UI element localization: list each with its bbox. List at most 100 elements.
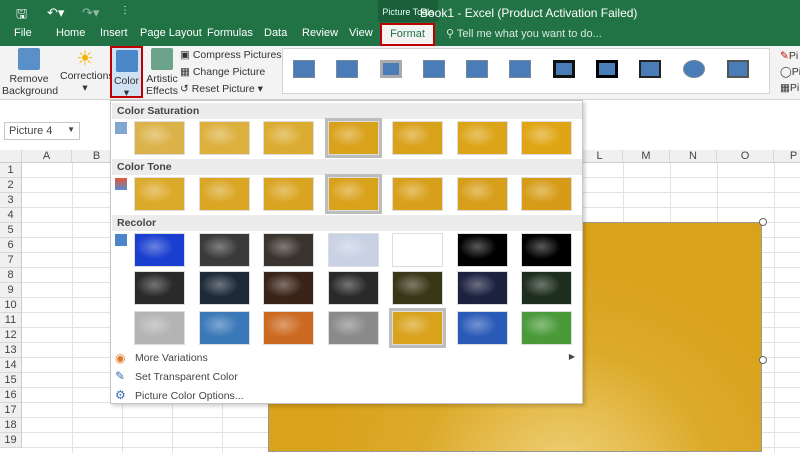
picture-style-thumb[interactable] [293,60,315,78]
reset-picture-button[interactable]: ↺ Reset Picture ▾ [180,83,263,95]
recolor-option[interactable] [392,271,443,305]
picture-style-thumb[interactable] [466,60,488,78]
saturation-option[interactable] [392,121,443,155]
change-picture-button[interactable]: ▦ Change Picture [180,66,265,78]
recolor-option[interactable] [134,271,185,305]
recolor-option[interactable] [521,311,572,345]
saturation-option[interactable] [263,121,314,155]
tab-file[interactable]: File [14,27,32,39]
row-header[interactable]: 2 [0,178,22,193]
recolor-option[interactable] [198,233,250,267]
tab-format[interactable]: Format [380,23,435,46]
row-header[interactable]: 16 [0,388,22,403]
tab-view[interactable]: View [349,27,373,39]
picture-style-thumb[interactable] [596,60,618,78]
column-header-n[interactable]: N [670,150,717,163]
row-header[interactable]: 9 [0,283,22,298]
row-header[interactable]: 1 [0,163,22,178]
row-header[interactable]: 8 [0,268,22,283]
saturation-option[interactable] [456,121,508,155]
tab-insert[interactable]: Insert [100,27,128,39]
column-header-p[interactable]: P [774,150,800,163]
recolor-option[interactable] [456,271,508,305]
tone-option[interactable] [263,177,314,211]
row-header[interactable]: 15 [0,373,22,388]
picture-style-thumb[interactable] [380,60,402,78]
row-header[interactable]: 10 [0,298,22,313]
picture-effects-button[interactable]: ◯Pi [780,66,800,78]
recolor-option[interactable] [134,233,185,267]
row-header[interactable]: 6 [0,238,22,253]
set-transparent-color-item[interactable]: Set Transparent Color [135,371,238,383]
tab-page-layout[interactable]: Page Layout [140,27,202,39]
column-header-m[interactable]: M [623,150,670,163]
tone-option[interactable] [392,177,443,211]
recolor-option[interactable] [327,271,379,305]
picture-style-thumb[interactable] [639,60,661,78]
artistic-effects-button[interactable]: Artistic Effects [143,46,181,98]
corrections-button[interactable]: ☀ Corrections ▾ [60,48,114,94]
saturation-option[interactable] [521,121,572,155]
recolor-option[interactable] [327,233,379,267]
more-variations-item[interactable]: More Variations ▶ [135,352,575,364]
row-header[interactable]: 3 [0,193,22,208]
recolor-option[interactable] [392,233,443,267]
picture-style-thumb[interactable] [727,60,749,78]
chevron-down-icon[interactable]: ▼ [67,125,75,134]
picture-style-thumb[interactable] [683,60,705,78]
select-all[interactable] [0,150,22,163]
row-header[interactable]: 4 [0,208,22,223]
recolor-option[interactable] [263,271,314,305]
recolor-option[interactable] [263,233,314,267]
row-header[interactable]: 5 [0,223,22,238]
picture-layout-button[interactable]: ▦Pi [780,82,799,94]
tab-home[interactable]: Home [56,27,85,39]
tab-formulas[interactable]: Formulas [207,27,253,39]
picture-style-thumb[interactable] [336,60,358,78]
picture-style-thumb[interactable] [553,60,575,78]
recolor-option[interactable] [134,311,185,345]
resize-handle[interactable] [759,356,767,364]
row-header[interactable]: 12 [0,328,22,343]
tab-review[interactable]: Review [302,27,338,39]
row-header[interactable]: 14 [0,358,22,373]
row-header[interactable]: 11 [0,313,22,328]
tone-option[interactable] [134,177,185,211]
compress-pictures-button[interactable]: ▣ Compress Pictures [180,49,282,61]
recolor-option[interactable] [389,308,446,348]
remove-background-button[interactable]: Remove Background [2,48,58,97]
resize-handle[interactable] [759,218,767,226]
recolor-option[interactable] [521,233,572,267]
recolor-option[interactable] [521,271,572,305]
picture-styles-gallery[interactable] [282,48,770,94]
column-header-o[interactable]: O [717,150,774,163]
recolor-option[interactable] [327,311,379,345]
tone-option[interactable] [198,177,250,211]
column-header-l[interactable]: L [577,150,623,163]
recolor-option[interactable] [263,311,314,345]
saturation-option[interactable] [134,121,185,155]
saturation-option[interactable] [198,121,250,155]
saturation-option[interactable] [324,118,382,158]
column-header-a[interactable]: A [22,150,72,163]
color-button[interactable]: Color ▾ [110,46,143,99]
tone-option[interactable] [456,177,508,211]
row-header[interactable]: 7 [0,253,22,268]
row-header[interactable]: 13 [0,343,22,358]
recolor-option[interactable] [198,311,250,345]
tell-me-search[interactable]: ⚲ Tell me what you want to do... [446,27,602,40]
picture-style-thumb[interactable] [423,60,445,78]
row-header[interactable]: 17 [0,403,22,418]
picture-style-thumb[interactable] [509,60,531,78]
picture-color-options-item[interactable]: Picture Color Options... [135,390,244,402]
recolor-option[interactable] [456,233,508,267]
recolor-option[interactable] [198,271,250,305]
picture-border-button[interactable]: ✎Pi [780,50,798,62]
recolor-option[interactable] [456,311,508,345]
tone-option[interactable] [521,177,572,211]
row-header[interactable]: 19 [0,433,22,448]
tab-data[interactable]: Data [264,27,287,39]
name-box[interactable]: Picture 4 ▼ [4,122,80,140]
row-header[interactable]: 18 [0,418,22,433]
tone-option[interactable] [324,174,382,214]
